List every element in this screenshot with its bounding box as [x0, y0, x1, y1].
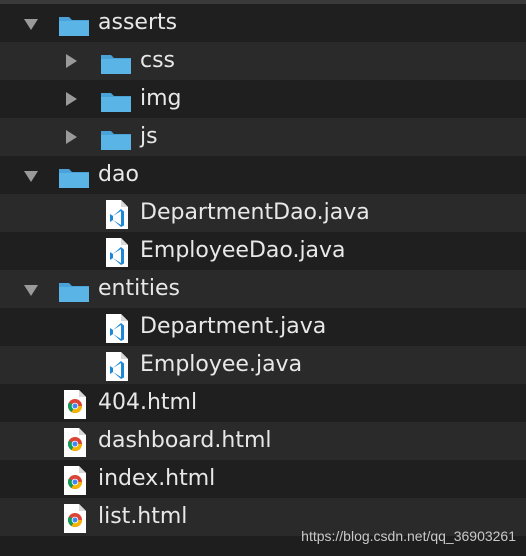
tree-item-label: 404.html: [98, 390, 198, 415]
tree-item-label: DepartmentDao.java: [140, 200, 370, 225]
tree-item-label: asserts: [98, 10, 178, 35]
tree-item-label: list.html: [98, 504, 188, 529]
vscode-java-file-icon: [104, 232, 136, 270]
chrome-html-file-icon: [62, 498, 94, 536]
tree-item-label: EmployeeDao.java: [140, 238, 346, 263]
chrome-html-file-icon: [62, 460, 94, 498]
folder-icon: [100, 80, 132, 118]
disclosure-triangle-down-icon[interactable]: [22, 270, 40, 308]
tree-item-label: dao: [98, 162, 139, 187]
tree-row-entities[interactable]: entities: [0, 270, 526, 308]
folder-icon: [100, 118, 132, 156]
tree-row-asserts[interactable]: asserts: [0, 4, 526, 42]
tree-row-dao[interactable]: dao: [0, 156, 526, 194]
disclosure-triangle-right-icon[interactable]: [62, 118, 80, 156]
disclosure-triangle-right-icon[interactable]: [62, 80, 80, 118]
disclosure-triangle-down-icon[interactable]: [22, 4, 40, 42]
folder-icon: [100, 42, 132, 80]
tree-row-404-html[interactable]: 404.html: [0, 384, 526, 422]
vscode-java-file-icon: [104, 308, 136, 346]
tree-item-label: Employee.java: [140, 352, 303, 377]
vscode-java-file-icon: [104, 346, 136, 384]
watermark-text: https://blog.csdn.net/qq_36903261: [301, 528, 516, 544]
vscode-java-file-icon: [104, 194, 136, 232]
tree-row-employeedao-java[interactable]: EmployeeDao.java: [0, 232, 526, 270]
tree-item-label: entities: [98, 276, 180, 301]
tree-item-label: css: [140, 48, 176, 73]
tree-row-employee-java[interactable]: Employee.java: [0, 346, 526, 384]
folder-icon: [58, 270, 90, 308]
disclosure-triangle-down-icon[interactable]: [22, 156, 40, 194]
folder-icon: [58, 4, 90, 42]
tree-item-label: js: [140, 124, 158, 149]
tree-row-img[interactable]: img: [0, 80, 526, 118]
tree-item-label: dashboard.html: [98, 428, 272, 453]
tree-row-css[interactable]: css: [0, 42, 526, 80]
tree-row-dashboard-html[interactable]: dashboard.html: [0, 422, 526, 460]
tree-item-label: Department.java: [140, 314, 327, 339]
tree-row-department-java[interactable]: Department.java: [0, 308, 526, 346]
file-tree: asserts css img js dao DepartmentDao.jav…: [0, 4, 526, 536]
chrome-html-file-icon: [62, 384, 94, 422]
tree-row-departmentdao-java[interactable]: DepartmentDao.java: [0, 194, 526, 232]
folder-icon: [58, 156, 90, 194]
tree-item-label: index.html: [98, 466, 216, 491]
tree-row-index-html[interactable]: index.html: [0, 460, 526, 498]
tree-row-js[interactable]: js: [0, 118, 526, 156]
chrome-html-file-icon: [62, 422, 94, 460]
tree-item-label: img: [140, 86, 182, 111]
disclosure-triangle-right-icon[interactable]: [62, 42, 80, 80]
